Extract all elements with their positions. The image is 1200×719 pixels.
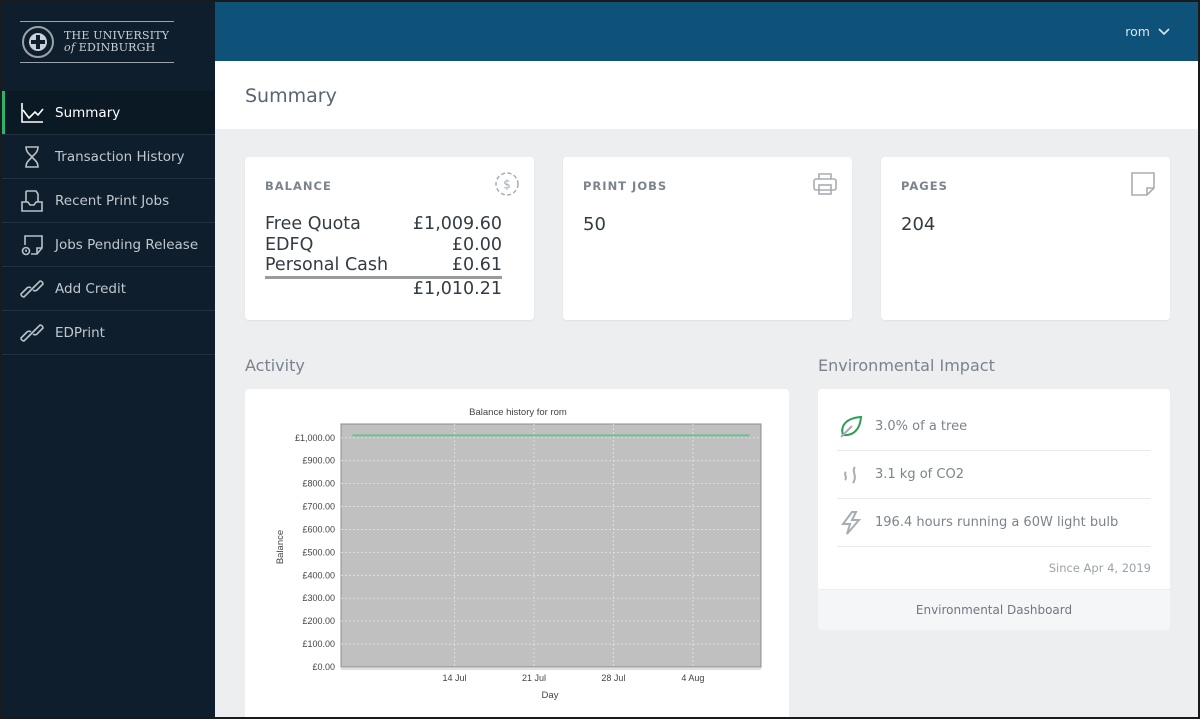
env-item-text: 196.4 hours running a 60W light bulb bbox=[875, 515, 1118, 530]
page-icon bbox=[1130, 171, 1156, 197]
environmental-dashboard-link[interactable]: Environmental Dashboard bbox=[818, 589, 1170, 630]
balance-label: BALANCE bbox=[265, 179, 332, 193]
sidebar-item-recent-print-jobs[interactable]: Recent Print Jobs bbox=[2, 179, 215, 223]
logo-line-2: of EDINBURGH bbox=[64, 42, 169, 54]
balance-row: Free Quota £1,009.60 bbox=[265, 214, 502, 235]
sidebar-item-transaction-history[interactable]: Transaction History bbox=[2, 135, 215, 179]
environmental-impact-card: 3.0% of a tree 3.1 kg of CO2 196.4 hours… bbox=[818, 389, 1170, 630]
chart-y-tick-label: £300.00 bbox=[302, 593, 335, 603]
pages-card: PAGES 204 bbox=[881, 157, 1170, 320]
chart-y-tick-label: £0.00 bbox=[312, 662, 335, 672]
logo-text: THE UNIVERSITY of EDINBURGH bbox=[64, 30, 169, 54]
sidebar-item-label: Jobs Pending Release bbox=[55, 237, 198, 253]
chart-y-tick-label: £800.00 bbox=[302, 479, 335, 489]
balance-history-chart: Balance history for rom Balance Day £0.0… bbox=[245, 389, 789, 719]
balance-row: EDFQ £0.00 bbox=[265, 235, 502, 256]
chart-x-tick-label: 21 Jul bbox=[522, 673, 546, 683]
logo-of: of bbox=[64, 41, 75, 54]
chart-y-axis-label: Balance bbox=[275, 530, 286, 564]
sidebar-item-edprint[interactable]: EDPrint bbox=[2, 311, 215, 355]
print-jobs-card: PRINT JOBS 50 bbox=[563, 157, 852, 320]
link-icon bbox=[19, 320, 45, 346]
username: rom bbox=[1125, 24, 1150, 39]
sidebar-item-add-credit[interactable]: Add Credit bbox=[2, 267, 215, 311]
lightning-icon bbox=[837, 509, 865, 537]
link-icon bbox=[19, 276, 45, 302]
env-since-date: Since Apr 4, 2019 bbox=[1049, 561, 1151, 575]
pages-label: PAGES bbox=[901, 179, 948, 193]
pending-document-icon bbox=[19, 232, 45, 258]
logo-edinburgh: EDINBURGH bbox=[75, 41, 155, 54]
hourglass-icon bbox=[19, 144, 45, 170]
chart-y-tick-label: £600.00 bbox=[302, 524, 335, 534]
env-item-lightbulb: 196.4 hours running a 60W light bulb bbox=[837, 499, 1151, 547]
balance-row-amount: £1,009.60 bbox=[413, 214, 502, 235]
chevron-down-icon bbox=[1158, 24, 1170, 39]
balance-row-name: Personal Cash bbox=[265, 255, 388, 276]
chart-y-tick-label: £1,000.00 bbox=[295, 433, 335, 443]
page-header: Summary bbox=[215, 61, 1200, 129]
env-item-text: 3.0% of a tree bbox=[875, 419, 967, 434]
pages-value: 204 bbox=[901, 214, 935, 235]
university-logo[interactable]: THE UNIVERSITY of EDINBURGH bbox=[20, 21, 174, 63]
sidebar-item-label: Add Credit bbox=[55, 281, 126, 297]
balance-row-amount: £0.00 bbox=[452, 235, 502, 256]
balance-row-name: EDFQ bbox=[265, 235, 313, 256]
chart-y-tick-label: £700.00 bbox=[302, 502, 335, 512]
chart-y-tick-label: £100.00 bbox=[302, 639, 335, 649]
sidebar-item-label: Recent Print Jobs bbox=[55, 193, 169, 209]
sidebar-item-jobs-pending-release[interactable]: Jobs Pending Release bbox=[2, 223, 215, 267]
chart-title: Balance history for rom bbox=[469, 407, 567, 418]
chart-x-tick-label: 14 Jul bbox=[442, 673, 466, 683]
sidebar-item-label: Transaction History bbox=[55, 149, 185, 165]
chart-x-axis-label: Day bbox=[542, 690, 559, 701]
sidebar-item-summary[interactable]: Summary bbox=[2, 91, 215, 135]
line-chart-icon bbox=[19, 100, 45, 126]
env-item-co2: 3.1 kg of CO2 bbox=[837, 451, 1151, 499]
environmental-impact-title: Environmental Impact bbox=[818, 356, 995, 375]
smoke-icon bbox=[837, 461, 865, 489]
svg-text:$: $ bbox=[503, 178, 511, 192]
chart-y-tick-label: £900.00 bbox=[302, 456, 335, 466]
balance-card: BALANCE $ Free Quota £1,009.60 EDFQ £0.0… bbox=[245, 157, 534, 320]
top-bar: rom bbox=[215, 2, 1200, 61]
print-jobs-value: 50 bbox=[583, 214, 606, 235]
chart-y-tick-label: £500.00 bbox=[302, 547, 335, 557]
sidebar: THE UNIVERSITY of EDINBURGH Summary Tran… bbox=[2, 2, 215, 719]
sidebar-item-label: EDPrint bbox=[55, 325, 105, 341]
env-item-tree: 3.0% of a tree bbox=[837, 403, 1151, 451]
app-window: THE UNIVERSITY of EDINBURGH Summary Tran… bbox=[0, 0, 1200, 719]
printer-icon bbox=[812, 171, 838, 197]
chart-x-tick-label: 4 Aug bbox=[681, 673, 704, 683]
inbox-tray-icon bbox=[19, 188, 45, 214]
balance-total: £1,010.21 bbox=[265, 279, 502, 300]
balance-breakdown: Free Quota £1,009.60 EDFQ £0.00 Personal… bbox=[265, 214, 502, 299]
sidebar-nav: Summary Transaction History Recent Print… bbox=[2, 91, 215, 355]
print-jobs-label: PRINT JOBS bbox=[583, 179, 667, 193]
env-item-text: 3.1 kg of CO2 bbox=[875, 467, 964, 482]
chart-x-tick-label: 28 Jul bbox=[601, 673, 625, 683]
activity-chart-card: Balance history for rom Balance Day £0.0… bbox=[245, 389, 789, 719]
balance-row: Personal Cash £0.61 bbox=[265, 255, 502, 279]
balance-row-name: Free Quota bbox=[265, 214, 361, 235]
sidebar-item-label: Summary bbox=[55, 105, 120, 121]
activity-title: Activity bbox=[245, 356, 305, 375]
balance-row-amount: £0.61 bbox=[452, 255, 502, 276]
chart-y-tick-label: £200.00 bbox=[302, 616, 335, 626]
chart-y-tick-label: £400.00 bbox=[302, 570, 335, 580]
main-content: BALANCE $ Free Quota £1,009.60 EDFQ £0.0… bbox=[215, 129, 1200, 719]
dollar-circle-icon: $ bbox=[494, 171, 520, 197]
leaf-icon bbox=[837, 413, 865, 441]
user-menu[interactable]: rom bbox=[1125, 24, 1170, 39]
crest-icon bbox=[22, 26, 54, 58]
page-title: Summary bbox=[245, 85, 337, 107]
